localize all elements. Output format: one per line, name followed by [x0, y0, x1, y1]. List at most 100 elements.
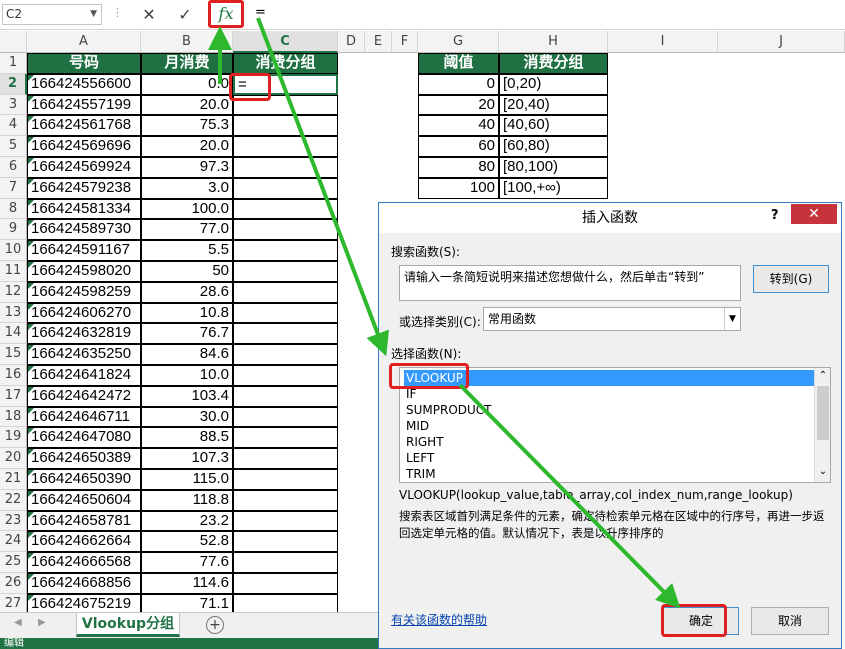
- column-header-j[interactable]: J: [718, 31, 845, 53]
- row-header[interactable]: 20: [0, 448, 27, 469]
- cell-phone-number[interactable]: 166424658781: [27, 510, 141, 532]
- sheet-tab[interactable]: Vlookup分组: [76, 613, 180, 637]
- cell-monthly-spend[interactable]: 50: [141, 261, 233, 282]
- cancel-entry-icon[interactable]: ✕: [136, 4, 162, 25]
- row-header[interactable]: 22: [0, 489, 27, 511]
- row-header[interactable]: 15: [0, 344, 27, 365]
- category-select[interactable]: 常用函数 ▼: [483, 307, 741, 331]
- cell-phone-number[interactable]: 166424556600: [27, 73, 141, 95]
- cell-monthly-spend[interactable]: 75.3: [141, 115, 233, 137]
- cell-spend-group[interactable]: [233, 448, 338, 469]
- function-list-item[interactable]: RIGHT: [404, 434, 816, 450]
- group-label-cell[interactable]: [60,80): [499, 136, 608, 157]
- function-list-item[interactable]: TRIM: [404, 466, 816, 482]
- function-list-item[interactable]: SUMPRODUCT: [404, 402, 816, 418]
- group-label-cell[interactable]: [0,20): [499, 73, 608, 95]
- row-header[interactable]: 3: [0, 94, 27, 116]
- row-header[interactable]: 6: [0, 157, 27, 178]
- cell-monthly-spend[interactable]: 10.8: [141, 302, 233, 324]
- group-label-cell[interactable]: [80,100): [499, 157, 608, 178]
- header-cell-a[interactable]: 号码: [27, 53, 141, 74]
- cell-phone-number[interactable]: 166424650389: [27, 448, 141, 469]
- row-header[interactable]: 17: [0, 385, 27, 407]
- cell-spend-group[interactable]: [233, 406, 338, 428]
- header-cell-c[interactable]: 消费分组: [233, 53, 338, 74]
- cell-spend-group[interactable]: [233, 157, 338, 178]
- cell-phone-number[interactable]: 166424647080: [27, 427, 141, 449]
- row-header[interactable]: 16: [0, 365, 27, 386]
- threshold-cell[interactable]: 60: [418, 136, 499, 157]
- threshold-cell[interactable]: 40: [418, 115, 499, 137]
- cell-phone-number[interactable]: 166424635250: [27, 344, 141, 365]
- cell-phone-number[interactable]: 166424641824: [27, 365, 141, 386]
- cell-spend-group[interactable]: [233, 531, 338, 553]
- cell-monthly-spend[interactable]: 118.8: [141, 489, 233, 511]
- cell-phone-number[interactable]: 166424662664: [27, 531, 141, 553]
- cell-monthly-spend[interactable]: 100.0: [141, 198, 233, 220]
- cell-monthly-spend[interactable]: 107.3: [141, 448, 233, 469]
- row-header[interactable]: 1: [0, 53, 27, 74]
- column-header-d[interactable]: D: [338, 31, 365, 53]
- cell-monthly-spend[interactable]: 76.7: [141, 323, 233, 345]
- row-header[interactable]: 9: [0, 219, 27, 241]
- cell-spend-group[interactable]: [233, 198, 338, 220]
- cell-phone-number[interactable]: 166424668856: [27, 573, 141, 594]
- cell-phone-number[interactable]: 166424632819: [27, 323, 141, 345]
- cell-spend-group[interactable]: [233, 115, 338, 137]
- row-header[interactable]: 11: [0, 261, 27, 282]
- cell-monthly-spend[interactable]: 30.0: [141, 406, 233, 428]
- cell-phone-number[interactable]: 166424606270: [27, 302, 141, 324]
- cell-spend-group[interactable]: [233, 136, 338, 157]
- cell-phone-number[interactable]: 166424579238: [27, 177, 141, 199]
- group-label-cell[interactable]: [100,+∞): [499, 177, 608, 199]
- cell-monthly-spend[interactable]: 20.0: [141, 136, 233, 157]
- row-header[interactable]: 23: [0, 510, 27, 532]
- cell-spend-group[interactable]: [233, 552, 338, 573]
- header-cell-b[interactable]: 月消费: [141, 53, 233, 74]
- row-header[interactable]: 10: [0, 240, 27, 261]
- row-header[interactable]: 19: [0, 427, 27, 449]
- cell-phone-number[interactable]: 166424598020: [27, 261, 141, 282]
- threshold-cell[interactable]: 20: [418, 94, 499, 116]
- confirm-entry-icon[interactable]: ✓: [172, 4, 198, 25]
- cell-phone-number[interactable]: 166424666568: [27, 552, 141, 573]
- row-header[interactable]: 2: [0, 73, 27, 95]
- cell-phone-number[interactable]: 166424598259: [27, 281, 141, 303]
- close-button[interactable]: ✕: [791, 204, 837, 224]
- cell-monthly-spend[interactable]: 103.4: [141, 385, 233, 407]
- threshold-cell[interactable]: 0: [418, 73, 499, 95]
- function-list-item[interactable]: LEFT: [404, 450, 816, 466]
- header-cell-g[interactable]: 阈值: [418, 53, 499, 74]
- cell-phone-number[interactable]: 166424650604: [27, 489, 141, 511]
- name-box[interactable]: C2 ▼: [2, 4, 102, 25]
- chevron-down-icon[interactable]: ▼: [90, 5, 97, 24]
- cell-spend-group[interactable]: [233, 261, 338, 282]
- next-sheet-icon[interactable]: ▶: [38, 617, 46, 628]
- column-header-c[interactable]: C: [233, 31, 338, 53]
- cell-phone-number[interactable]: 166424569696: [27, 136, 141, 157]
- column-header-f[interactable]: F: [392, 31, 418, 53]
- prev-sheet-icon[interactable]: ◀: [14, 617, 22, 628]
- cell-phone-number[interactable]: 166424561768: [27, 115, 141, 137]
- column-header-e[interactable]: E: [365, 31, 392, 53]
- row-header[interactable]: 18: [0, 406, 27, 428]
- cell-monthly-spend[interactable]: 0.0: [141, 73, 233, 95]
- column-header-g[interactable]: G: [418, 31, 499, 53]
- goto-button[interactable]: 转到(G): [753, 265, 829, 293]
- cell-spend-group[interactable]: [233, 323, 338, 345]
- cell-monthly-spend[interactable]: 3.0: [141, 177, 233, 199]
- cell-spend-group[interactable]: [233, 385, 338, 407]
- select-all-corner[interactable]: [0, 31, 27, 53]
- row-header[interactable]: 26: [0, 573, 27, 594]
- help-icon[interactable]: ?: [771, 208, 779, 223]
- cell-spend-group[interactable]: [233, 573, 338, 594]
- row-header[interactable]: 21: [0, 469, 27, 490]
- cell-monthly-spend[interactable]: 52.8: [141, 531, 233, 553]
- cell-spend-group[interactable]: [233, 427, 338, 449]
- cell-monthly-spend[interactable]: 88.5: [141, 427, 233, 449]
- cell-monthly-spend[interactable]: 97.3: [141, 157, 233, 178]
- header-cell-h[interactable]: 消费分组: [499, 53, 608, 74]
- cell-phone-number[interactable]: 166424557199: [27, 94, 141, 116]
- cell-spend-group[interactable]: [233, 302, 338, 324]
- function-help-link[interactable]: 有关该函数的帮助: [391, 611, 487, 628]
